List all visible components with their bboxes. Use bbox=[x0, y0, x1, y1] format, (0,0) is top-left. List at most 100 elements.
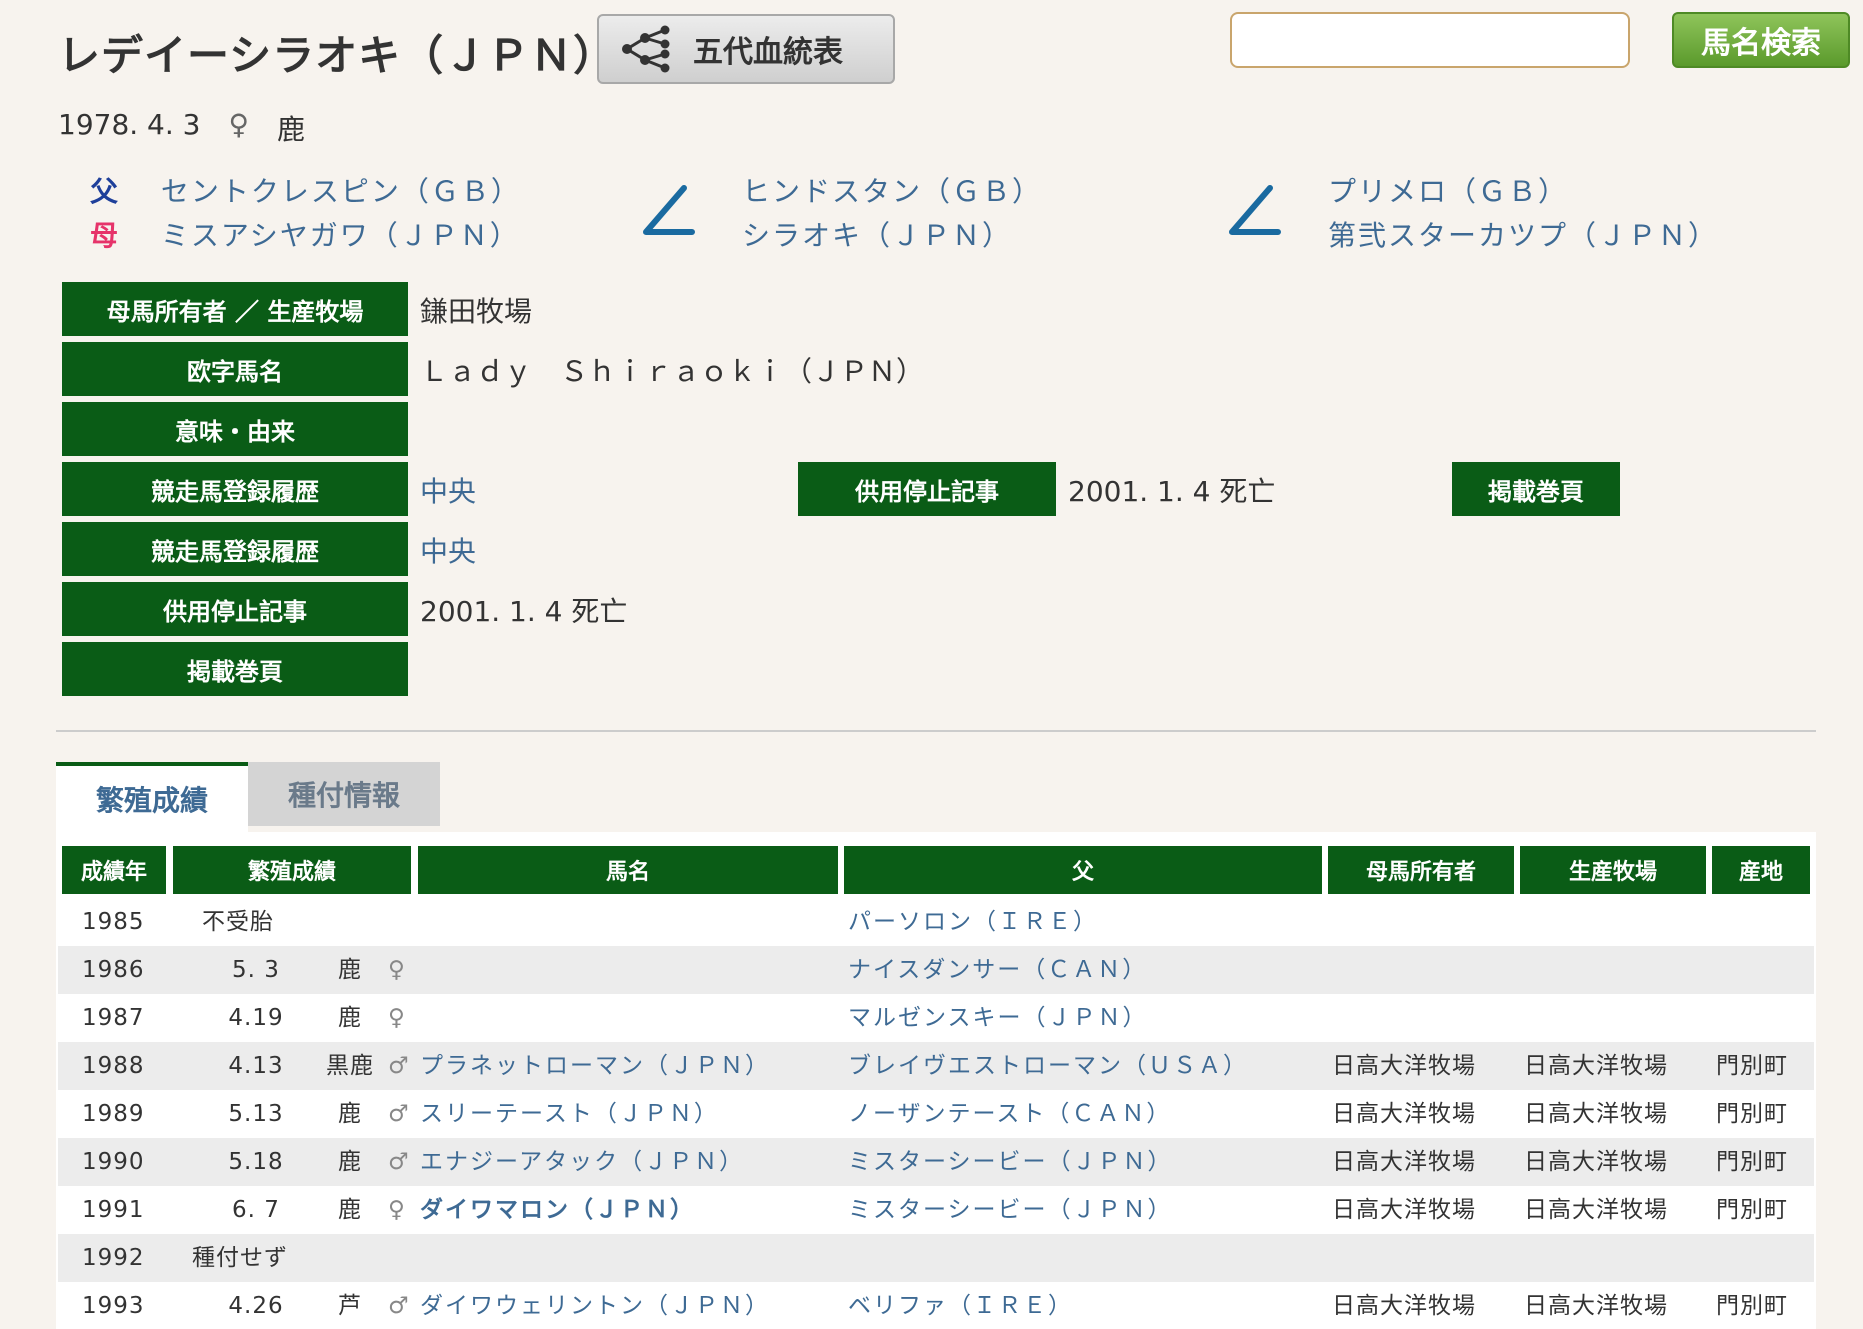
row-sex: ♂ bbox=[388, 1053, 410, 1079]
registration-history-value-2[interactable]: 中央 bbox=[420, 530, 476, 570]
row-horse-name-link[interactable]: スリーテースト（ＪＰＮ） bbox=[420, 1090, 719, 1138]
row-result: 不受胎 bbox=[202, 909, 274, 935]
mother-label: 母 bbox=[90, 219, 121, 252]
five-generation-pedigree-button[interactable]: 五代血統表 bbox=[597, 14, 895, 84]
sire-link[interactable]: セントクレスピン（ＧＢ） bbox=[161, 175, 521, 208]
header-sire: 父 bbox=[844, 846, 1322, 894]
row-breeder: 日高大洋牧場 bbox=[1524, 1149, 1668, 1175]
row-place: 門別町 bbox=[1716, 1053, 1788, 1079]
dam-sire-link[interactable]: ヒンドスタン（ＧＢ） bbox=[742, 175, 1042, 208]
father-label: 父 bbox=[90, 175, 121, 208]
row-sex: ♀ bbox=[388, 957, 406, 983]
roman-name-value: Ｌａｄｙ Ｓｈｉｒａｏｋｉ（ＪＰＮ） bbox=[420, 355, 925, 388]
row-result: 4.13 bbox=[228, 1053, 284, 1079]
table-row: 1986 5. 3 鹿 ♀ ナイスダンサー（ＣＡＮ） bbox=[58, 946, 1814, 994]
row-year: 1986 bbox=[82, 957, 145, 983]
row-sire-link[interactable]: ベリファ（ＩＲＥ） bbox=[848, 1282, 1073, 1329]
header-place: 産地 bbox=[1712, 846, 1810, 894]
row-year: 1992 bbox=[82, 1245, 145, 1271]
row-breeder: 日高大洋牧場 bbox=[1524, 1101, 1668, 1127]
row-sire-link[interactable]: パーソロン（ＩＲＥ） bbox=[848, 898, 1098, 946]
row-coat: 芦 bbox=[338, 1293, 362, 1319]
table-row: 1989 5.13 鹿 ♂ スリーテースト（ＪＰＮ） ノーザンテースト（ＣＡＮ）… bbox=[58, 1090, 1814, 1138]
sex-symbol: ♀ bbox=[228, 108, 250, 141]
second-dam-dam-row: 第弐スターカツプ（ＪＰＮ） bbox=[1328, 214, 1718, 254]
header-horse-name: 馬名 bbox=[418, 846, 838, 894]
registration-history-value-1[interactable]: 中央 bbox=[420, 470, 476, 510]
row-result: 4.26 bbox=[228, 1293, 284, 1319]
row-result: 6. 7 bbox=[232, 1197, 280, 1223]
section-divider bbox=[56, 730, 1816, 732]
volume-page-label-right: 掲載巻頁 bbox=[1452, 462, 1620, 516]
tab-breeding-record[interactable]: 繁殖成績 bbox=[56, 762, 248, 832]
dam-dam-row: シラオキ（ＪＰＮ） bbox=[742, 214, 1012, 254]
table-row: 1993 4.26 芦 ♂ ダイワウェリントン（ＪＰＮ） ベリファ（ＩＲＥ） 日… bbox=[58, 1282, 1814, 1329]
birth-info: 1978. 4. 3 ♀ 鹿 bbox=[58, 108, 305, 148]
pedigree-tree-icon bbox=[622, 25, 670, 73]
owner-breeder-value: 鎌田牧場 bbox=[420, 295, 533, 328]
table-row: 1991 6. 7 鹿 ♀ ダイワマロン（ＪＰＮ） ミスターシービー（ＪＰＮ） … bbox=[58, 1186, 1814, 1234]
dam-row: 母 ミスアシヤガワ（ＪＰＮ） bbox=[90, 214, 520, 254]
retirement-label: 供用停止記事 bbox=[62, 582, 408, 636]
row-coat: 黒鹿 bbox=[326, 1053, 374, 1079]
sire-row: 父 セントクレスピン（ＧＢ） bbox=[90, 170, 521, 210]
row-year: 1989 bbox=[82, 1101, 145, 1127]
roman-name-label: 欧字馬名 bbox=[62, 342, 408, 396]
row-breeder: 日高大洋牧場 bbox=[1524, 1293, 1668, 1319]
second-dam-sire-link[interactable]: プリメロ（ＧＢ） bbox=[1328, 175, 1568, 208]
horse-name-search-input[interactable] bbox=[1230, 12, 1630, 68]
horse-name-search-button[interactable]: 馬名検索 bbox=[1672, 12, 1850, 68]
header-result: 繁殖成績 bbox=[173, 846, 411, 894]
tab-covering-info[interactable]: 種付情報 bbox=[248, 762, 440, 826]
row-horse-name-link[interactable]: プラネットローマン（ＪＰＮ） bbox=[420, 1042, 770, 1090]
header-owner: 母馬所有者 bbox=[1328, 846, 1514, 894]
header-year: 成績年 bbox=[62, 846, 166, 894]
row-owner: 日高大洋牧場 bbox=[1332, 1053, 1476, 1079]
row-sire-link[interactable]: ミスターシービー（ＪＰＮ） bbox=[848, 1186, 1173, 1234]
row-owner: 日高大洋牧場 bbox=[1332, 1149, 1476, 1175]
row-sire-link[interactable]: ブレイヴエストローマン（ＵＳＡ） bbox=[848, 1042, 1248, 1090]
dam-line-bracket-icon bbox=[643, 185, 695, 235]
row-coat: 鹿 bbox=[338, 1149, 362, 1175]
retirement-label-mid: 供用停止記事 bbox=[798, 462, 1056, 516]
row-year: 1987 bbox=[82, 1005, 145, 1031]
row-coat: 鹿 bbox=[338, 1197, 362, 1223]
row-horse-name-link[interactable]: エナジーアタック（ＪＰＮ） bbox=[420, 1138, 744, 1186]
row-sire-link[interactable]: ノーザンテースト（ＣＡＮ） bbox=[848, 1090, 1171, 1138]
row-sire-link[interactable]: ナイスダンサー（ＣＡＮ） bbox=[848, 946, 1147, 994]
row-result: 5.18 bbox=[228, 1149, 284, 1175]
row-sire-link[interactable]: マルゼンスキー（ＪＰＮ） bbox=[848, 994, 1148, 1042]
registration-history-label-1: 競走馬登録履歴 bbox=[62, 462, 408, 516]
pedigree-button-label: 五代血統表 bbox=[693, 35, 843, 70]
row-result: 4.19 bbox=[228, 1005, 284, 1031]
owner-breeder-label: 母馬所有者 ／ 生産牧場 bbox=[62, 282, 408, 336]
registration-history-label-2: 競走馬登録履歴 bbox=[62, 522, 408, 576]
table-row: 1985 不受胎 パーソロン（ＩＲＥ） bbox=[58, 898, 1814, 946]
row-breeder: 日高大洋牧場 bbox=[1524, 1197, 1668, 1223]
meaning-label: 意味・由来 bbox=[62, 402, 408, 456]
row-sex: ♀ bbox=[388, 1005, 406, 1031]
row-coat: 鹿 bbox=[338, 1005, 362, 1031]
row-owner: 日高大洋牧場 bbox=[1332, 1293, 1476, 1319]
birth-date: 1978. 4. 3 bbox=[58, 108, 201, 141]
coat-color: 鹿 bbox=[277, 113, 306, 146]
row-place: 門別町 bbox=[1716, 1101, 1788, 1127]
row-coat: 鹿 bbox=[338, 1101, 362, 1127]
row-sire-link[interactable]: ミスターシービー（ＪＰＮ） bbox=[848, 1138, 1173, 1186]
second-dam-sire-row: プリメロ（ＧＢ） bbox=[1328, 170, 1568, 210]
table-row: 1988 4.13 黒鹿 ♂ プラネットローマン（ＪＰＮ） ブレイヴエストローマ… bbox=[58, 1042, 1814, 1090]
second-dam-line-bracket-icon bbox=[1229, 185, 1281, 235]
row-place: 門別町 bbox=[1716, 1293, 1788, 1319]
row-year: 1991 bbox=[82, 1197, 145, 1223]
row-sex: ♂ bbox=[388, 1101, 410, 1127]
row-horse-name-link[interactable]: ダイワマロン（ＪＰＮ） bbox=[420, 1186, 695, 1234]
second-dam-dam-link[interactable]: 第弐スターカツプ（ＪＰＮ） bbox=[1328, 219, 1718, 252]
row-horse-name-link[interactable]: ダイワウェリントン（ＪＰＮ） bbox=[420, 1282, 770, 1329]
dam-dam-link[interactable]: シラオキ（ＪＰＮ） bbox=[742, 219, 1012, 252]
row-year: 1990 bbox=[82, 1149, 145, 1175]
row-owner: 日高大洋牧場 bbox=[1332, 1101, 1476, 1127]
table-row: 1987 4.19 鹿 ♀ マルゼンスキー（ＪＰＮ） bbox=[58, 994, 1814, 1042]
dam-link[interactable]: ミスアシヤガワ（ＪＰＮ） bbox=[161, 219, 520, 252]
retirement-value-mid: 2001. 1. 4 死亡 bbox=[1068, 475, 1276, 508]
row-place: 門別町 bbox=[1716, 1149, 1788, 1175]
